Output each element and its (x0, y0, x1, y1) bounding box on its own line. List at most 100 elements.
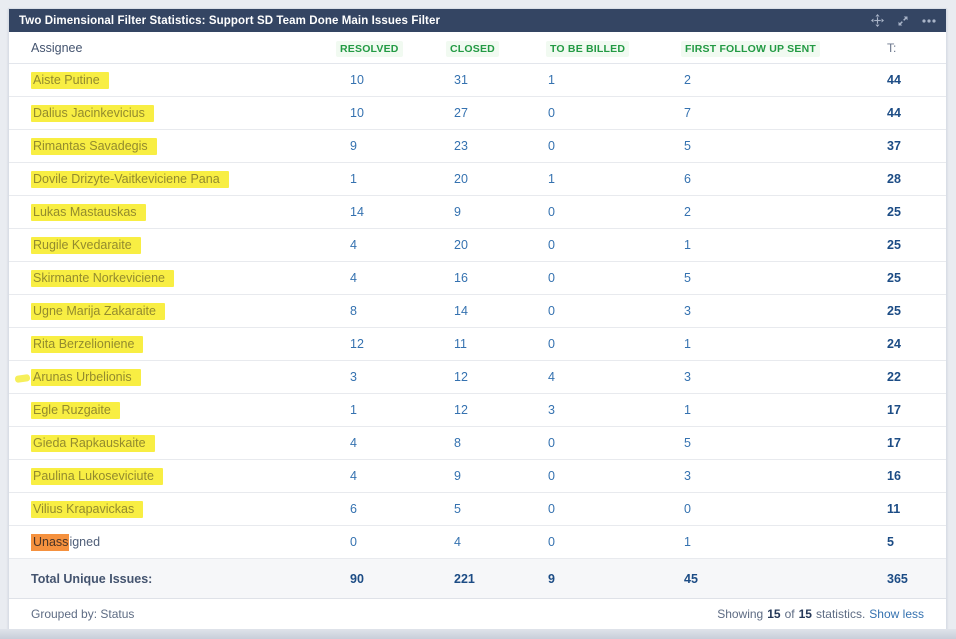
closed-value[interactable]: 9 (446, 469, 546, 483)
row-total-value[interactable]: 25 (887, 304, 924, 318)
row-total-value[interactable]: 25 (887, 238, 924, 252)
row-total-value[interactable]: 28 (887, 172, 924, 186)
resolved-value[interactable]: 4 (336, 436, 446, 450)
to-be-billed-value[interactable]: 0 (546, 205, 681, 219)
to-be-billed-value[interactable]: 1 (546, 172, 681, 186)
resolved-value[interactable]: 6 (336, 502, 446, 516)
total-closed-value[interactable]: 221 (446, 572, 546, 586)
first-follow-up-sent-value[interactable]: 1 (681, 403, 887, 417)
column-header-closed[interactable]: CLOSED (446, 40, 499, 57)
to-be-billed-value[interactable]: 0 (546, 139, 681, 153)
row-total-value[interactable]: 25 (887, 205, 924, 219)
show-less-link[interactable]: Show less (869, 607, 924, 621)
to-be-billed-value[interactable]: 1 (546, 73, 681, 87)
assignee-name-highlighted: Lukas Mastauskas (31, 204, 146, 221)
closed-value[interactable]: 16 (446, 271, 546, 285)
column-header-first-follow-up-sent[interactable]: FIRST FOLLOW UP SENT (681, 40, 820, 57)
to-be-billed-value[interactable]: 0 (546, 106, 681, 120)
row-total-value[interactable]: 16 (887, 469, 924, 483)
resolved-value[interactable]: 10 (336, 106, 446, 120)
gadget-title: Two Dimensional Filter Statistics: Suppo… (19, 14, 441, 27)
more-options-icon[interactable] (922, 18, 936, 23)
first-follow-up-sent-value[interactable]: 5 (681, 271, 887, 285)
closed-value[interactable]: 12 (446, 403, 546, 417)
closed-value[interactable]: 23 (446, 139, 546, 153)
column-header-resolved[interactable]: RESOLVED (336, 40, 403, 57)
first-follow-up-sent-value[interactable]: 1 (681, 238, 887, 252)
resolved-value[interactable]: 4 (336, 238, 446, 252)
assignee-name: igned (69, 535, 101, 549)
first-follow-up-sent-value[interactable]: 0 (681, 502, 887, 516)
row-total-value[interactable]: 5 (887, 535, 924, 549)
table-row: Arunas Urbelionis 3 12 4 3 22 (9, 361, 946, 394)
gadget-footer: Grouped by: Status Showing 15 of 15 stat… (9, 599, 946, 629)
row-total-value[interactable]: 44 (887, 106, 924, 120)
resolved-value[interactable]: 4 (336, 271, 446, 285)
expand-icon[interactable] (897, 15, 909, 27)
resolved-value[interactable]: 8 (336, 304, 446, 318)
to-be-billed-value[interactable]: 0 (546, 271, 681, 285)
row-total-value[interactable]: 25 (887, 271, 924, 285)
row-total-value[interactable]: 24 (887, 337, 924, 351)
row-total-value[interactable]: 37 (887, 139, 924, 153)
closed-value[interactable]: 14 (446, 304, 546, 318)
first-follow-up-sent-value[interactable]: 6 (681, 172, 887, 186)
closed-value[interactable]: 8 (446, 436, 546, 450)
closed-value[interactable]: 20 (446, 172, 546, 186)
to-be-billed-value[interactable]: 3 (546, 403, 681, 417)
first-follow-up-sent-value[interactable]: 3 (681, 304, 887, 318)
closed-value[interactable]: 20 (446, 238, 546, 252)
resolved-value[interactable]: 3 (336, 370, 446, 384)
row-total-value[interactable]: 17 (887, 403, 924, 417)
resolved-value[interactable]: 12 (336, 337, 446, 351)
first-follow-up-sent-value[interactable]: 1 (681, 535, 887, 549)
total-first-follow-up-sent-value[interactable]: 45 (681, 572, 887, 586)
gadget-header-bar[interactable]: Two Dimensional Filter Statistics: Suppo… (9, 9, 946, 32)
resolved-value[interactable]: 9 (336, 139, 446, 153)
row-total-value[interactable]: 44 (887, 73, 924, 87)
to-be-billed-value[interactable]: 0 (546, 469, 681, 483)
to-be-billed-value[interactable]: 0 (546, 337, 681, 351)
first-follow-up-sent-value[interactable]: 3 (681, 370, 887, 384)
to-be-billed-value[interactable]: 4 (546, 370, 681, 384)
total-to-be-billed-value[interactable]: 9 (546, 572, 681, 586)
row-total-value[interactable]: 17 (887, 436, 924, 450)
row-total-value[interactable]: 11 (887, 502, 924, 516)
table-row: Skirmante Norkeviciene 4 16 0 5 25 (9, 262, 946, 295)
row-total-value[interactable]: 22 (887, 370, 924, 384)
resolved-value[interactable]: 4 (336, 469, 446, 483)
table-header-row: Assignee RESOLVED CLOSED TO BE BILLED FI… (9, 32, 946, 64)
grand-total-value[interactable]: 365 (887, 572, 924, 586)
to-be-billed-value[interactable]: 0 (546, 535, 681, 549)
first-follow-up-sent-value[interactable]: 5 (681, 436, 887, 450)
first-follow-up-sent-value[interactable]: 1 (681, 337, 887, 351)
closed-value[interactable]: 4 (446, 535, 546, 549)
first-follow-up-sent-value[interactable]: 2 (681, 205, 887, 219)
resolved-value[interactable]: 1 (336, 403, 446, 417)
first-follow-up-sent-value[interactable]: 5 (681, 139, 887, 153)
closed-value[interactable]: 31 (446, 73, 546, 87)
closed-value[interactable]: 9 (446, 205, 546, 219)
closed-value[interactable]: 11 (446, 337, 546, 351)
column-header-total: T: (887, 40, 897, 55)
move-icon[interactable] (871, 14, 884, 27)
total-resolved-value[interactable]: 90 (336, 572, 446, 586)
to-be-billed-value[interactable]: 0 (546, 436, 681, 450)
column-header-to-be-billed[interactable]: TO BE BILLED (546, 40, 630, 57)
resolved-value[interactable]: 14 (336, 205, 446, 219)
first-follow-up-sent-value[interactable]: 3 (681, 469, 887, 483)
table-row: Rita Berzelioniene 12 11 0 1 24 (9, 328, 946, 361)
first-follow-up-sent-value[interactable]: 7 (681, 106, 887, 120)
first-follow-up-sent-value[interactable]: 2 (681, 73, 887, 87)
table-row: Ugne Marija Zakaraite 8 14 0 3 25 (9, 295, 946, 328)
table-row: Unassigned 0 4 0 1 5 (9, 526, 946, 559)
closed-value[interactable]: 12 (446, 370, 546, 384)
to-be-billed-value[interactable]: 0 (546, 502, 681, 516)
to-be-billed-value[interactable]: 0 (546, 238, 681, 252)
closed-value[interactable]: 27 (446, 106, 546, 120)
resolved-value[interactable]: 0 (336, 535, 446, 549)
closed-value[interactable]: 5 (446, 502, 546, 516)
to-be-billed-value[interactable]: 0 (546, 304, 681, 318)
resolved-value[interactable]: 10 (336, 73, 446, 87)
resolved-value[interactable]: 1 (336, 172, 446, 186)
